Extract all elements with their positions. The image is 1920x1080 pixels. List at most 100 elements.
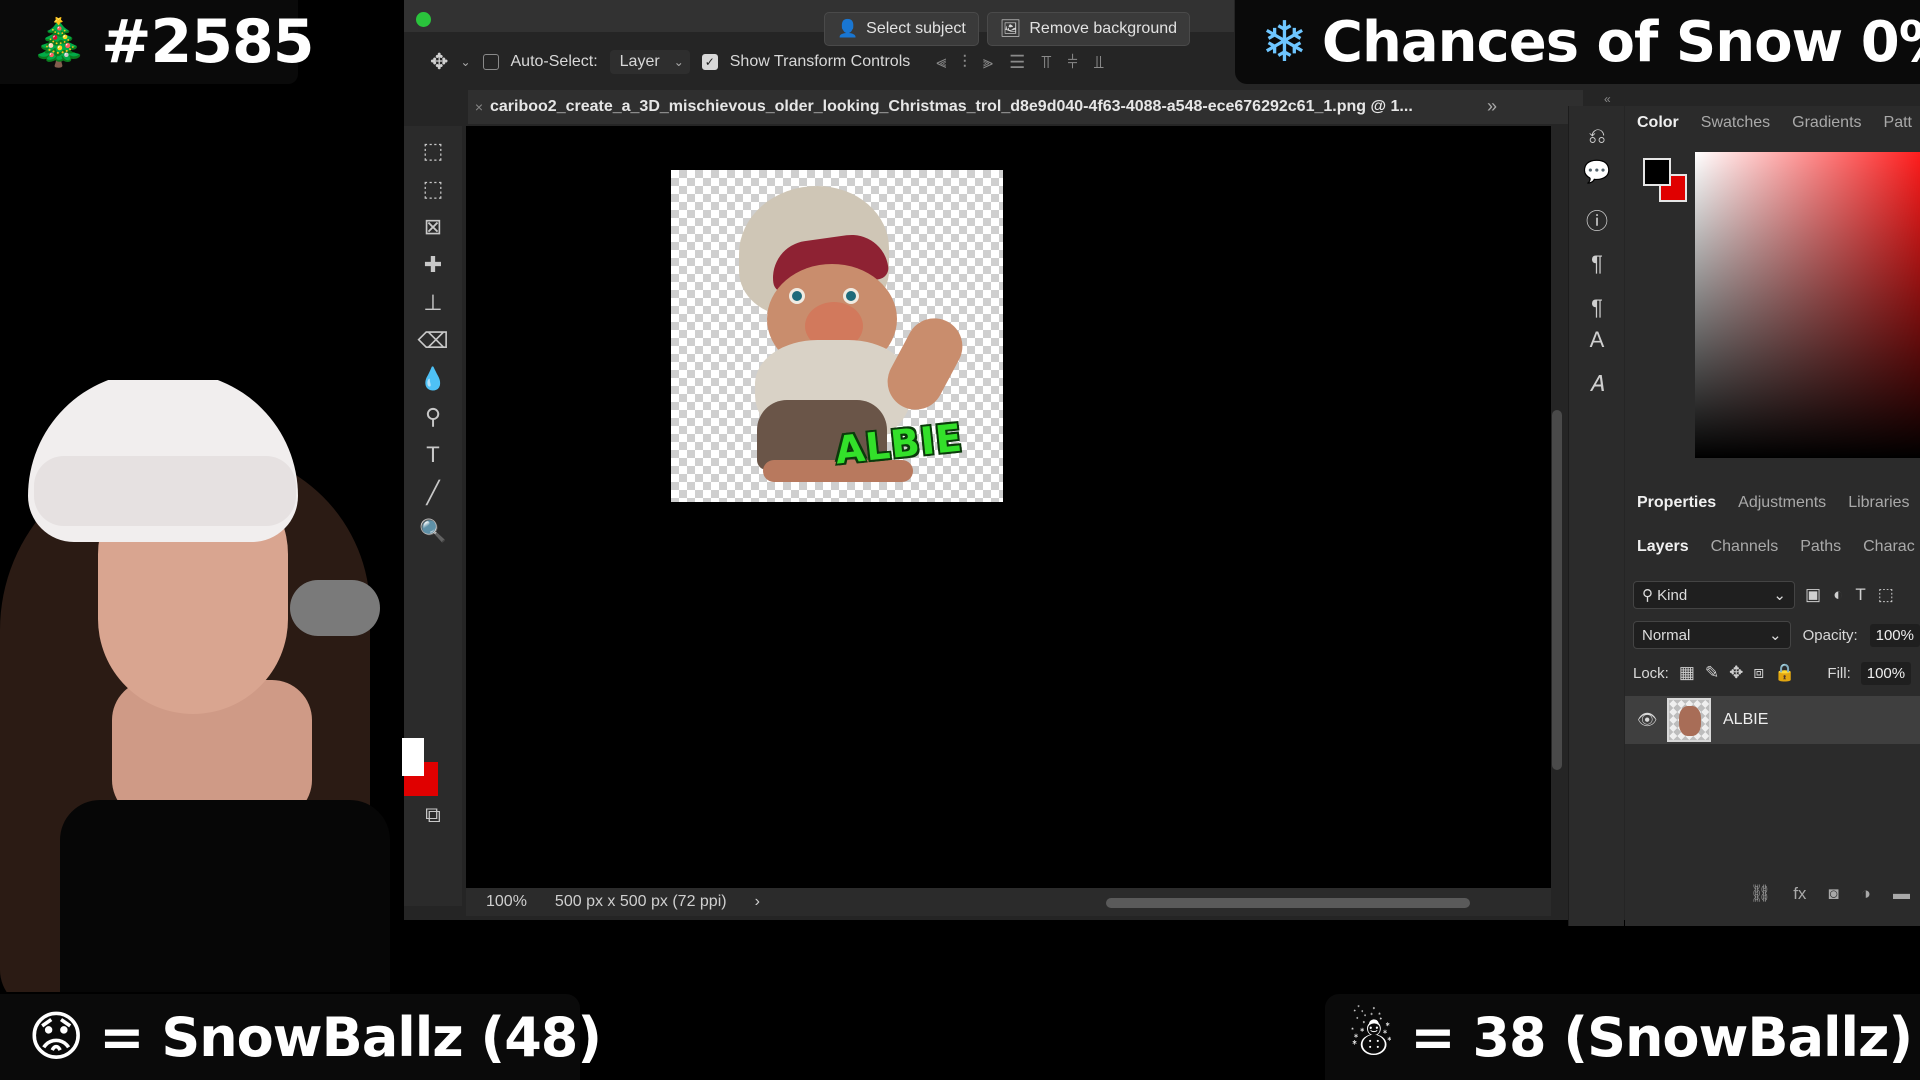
color-panel-foreground-swatch[interactable] <box>1643 158 1671 186</box>
document-tab[interactable]: × cariboo2_create_a_3D_mischievous_older… <box>468 90 1583 124</box>
lock-transparent-icon[interactable]: ▦ <box>1679 663 1695 683</box>
lock-artboard-icon[interactable]: ⧈ <box>1753 663 1764 683</box>
tab-layers[interactable]: Layers <box>1637 538 1689 556</box>
frame-tool-icon[interactable]: ⊠ <box>414 210 452 244</box>
screen-mode-icon[interactable]: ⧉ <box>414 798 452 832</box>
layer-kind-filter[interactable]: ⚲ Kind ⌄ <box>1633 581 1795 609</box>
eye-icon[interactable]: 👁 <box>1637 710 1657 730</box>
fill-field[interactable]: 100% <box>1860 661 1912 685</box>
type-tool-icon[interactable]: T <box>414 438 452 472</box>
history-icon[interactable]: ⎌ <box>1579 120 1615 152</box>
layers-panel-tabs: Layers Channels Paths Charac <box>1625 530 1920 564</box>
comments-icon[interactable]: 💬 <box>1579 156 1615 188</box>
layer-filter-row: ⚲ Kind ⌄ ▣ ◐ T ⬚ <box>1633 580 1920 610</box>
auto-select-checkbox[interactable] <box>482 54 499 70</box>
paragraph-icon[interactable]: ¶ <box>1579 248 1615 280</box>
horizontal-scrollbar[interactable] <box>1106 898 1470 908</box>
chevron-down-icon[interactable]: ⌄ <box>460 55 470 69</box>
foreground-color-swatch[interactable] <box>402 738 424 776</box>
align-center-icon[interactable]: ⫶ <box>962 52 969 73</box>
chevron-down-icon: ⌄ <box>1773 587 1786 604</box>
tab-adjustments[interactable]: Adjustments <box>1738 494 1826 512</box>
chevron-right-icon[interactable]: › <box>755 893 760 911</box>
tab-gradients[interactable]: Gradients <box>1792 114 1861 132</box>
snow-chance-text: Chances of Snow 0% <box>1321 9 1920 75</box>
tab-color[interactable]: Color <box>1637 114 1679 132</box>
distribute-icon[interactable]: ☰ <box>1009 52 1027 73</box>
tab-swatches[interactable]: Swatches <box>1701 114 1770 132</box>
status-bar: 100% 500 px x 500 px (72 ppi) › <box>466 888 1551 916</box>
select-subject-label: Select subject <box>866 20 966 37</box>
mask-icon[interactable]: ◙ <box>1828 884 1838 904</box>
filter-shape-icon[interactable]: ⬚ <box>1878 585 1894 605</box>
contextual-task-bar: 👤 Select subject 🖼 Remove background <box>824 12 1191 46</box>
healing-brush-icon[interactable]: ✚ <box>414 248 452 282</box>
lock-position-icon[interactable]: ✥ <box>1729 663 1743 683</box>
lock-label: Lock: <box>1633 664 1669 682</box>
tab-properties[interactable]: Properties <box>1637 494 1716 512</box>
stream-number: #2585 <box>101 7 314 77</box>
dodge-tool-icon[interactable]: ⚲ <box>414 400 452 434</box>
line-tool-icon[interactable]: ╱ <box>414 476 452 510</box>
lock-all-icon[interactable]: 🔒 <box>1774 663 1795 683</box>
blend-mode-dropdown[interactable]: Normal ⌄ <box>1633 621 1791 649</box>
snowballz-right-text: = 38 (SnowBallz) <box>1410 1005 1913 1069</box>
show-transform-checkbox[interactable]: ✓ <box>701 54 718 70</box>
filter-type-icon[interactable]: T <box>1855 585 1865 605</box>
document-canvas[interactable]: ALBIE <box>671 170 1003 502</box>
opacity-label: Opacity: <box>1802 626 1858 644</box>
tab-paths[interactable]: Paths <box>1800 538 1841 556</box>
info-icon[interactable]: ⓘ <box>1579 204 1615 236</box>
align-right-icon[interactable]: ⫸ <box>983 52 995 73</box>
link-icon[interactable]: ⛓ <box>1750 884 1772 904</box>
glyphs-icon[interactable]: 𝐴 <box>1579 368 1615 400</box>
eraser-tool-icon[interactable]: ⌫ <box>414 324 452 358</box>
chevron-down-icon: ⌄ <box>673 55 684 69</box>
folder-icon[interactable]: ▬ <box>1893 884 1910 904</box>
double-chevron-right-icon[interactable]: » <box>1487 96 1497 117</box>
show-transform-label: Show Transform Controls <box>729 53 911 70</box>
zoom-tool-icon[interactable]: 🔍 <box>414 514 452 548</box>
tab-patterns[interactable]: Patt <box>1884 114 1912 132</box>
align-left-icon[interactable]: ⫷ <box>936 52 948 73</box>
color-picker-field[interactable] <box>1695 152 1920 458</box>
filter-adjustment-icon[interactable]: ◐ <box>1833 585 1843 605</box>
filter-pixel-icon[interactable]: ▣ <box>1805 585 1821 605</box>
close-icon[interactable]: × <box>468 99 490 115</box>
opacity-field[interactable]: 100% <box>1869 623 1920 647</box>
auto-select-target-dropdown[interactable]: Layer ⌄ <box>609 50 690 74</box>
auto-select-target-value: Layer <box>619 53 660 70</box>
layer-row[interactable]: 👁 ALBIE <box>1625 696 1920 744</box>
clone-stamp-icon[interactable]: ⊥ <box>414 286 452 320</box>
blend-row: Normal ⌄ Opacity: 100% <box>1633 620 1920 650</box>
blur-tool-icon[interactable]: 💧 <box>414 362 452 396</box>
fx-icon[interactable]: fx <box>1793 884 1806 904</box>
tab-character[interactable]: Charac <box>1863 538 1915 556</box>
align-bottom-icon[interactable]: ⫫ <box>1094 52 1106 73</box>
character-styles-icon[interactable]: A <box>1579 324 1615 356</box>
remove-background-button[interactable]: 🖼 Remove background <box>986 12 1191 46</box>
adjustment-layer-icon[interactable]: ◑ <box>1861 884 1871 904</box>
fill-label: Fill: <box>1827 664 1851 682</box>
layers-footer: ⛓ fx ◙ ◑ ▬ <box>1625 878 1920 910</box>
right-panels: Color Swatches Gradients Patt Properties… <box>1625 106 1920 926</box>
select-subject-button[interactable]: 👤 Select subject <box>824 12 979 46</box>
lock-pixels-icon[interactable]: ✎ <box>1705 663 1719 683</box>
streamer-top <box>60 800 390 992</box>
move-tool-icon[interactable]: ✥ <box>430 49 448 75</box>
canvas-area[interactable]: ALBIE <box>466 126 1551 888</box>
collapse-panels-icon[interactable]: « <box>1604 92 1611 106</box>
properties-panel-tabs: Properties Adjustments Libraries <box>1625 486 1920 520</box>
object-selection-tool-icon[interactable]: ⬚ <box>414 172 452 206</box>
tab-libraries[interactable]: Libraries <box>1848 494 1909 512</box>
marquee-tool-icon[interactable]: ⬚ <box>414 134 452 168</box>
window-zoom-button[interactable] <box>416 12 431 27</box>
layer-thumbnail <box>1667 698 1711 742</box>
vertical-scrollbar[interactable] <box>1552 410 1562 770</box>
align-top-icon[interactable]: ⫪ <box>1041 52 1053 73</box>
tab-channels[interactable]: Channels <box>1711 538 1779 556</box>
zoom-level[interactable]: 100% <box>486 893 527 911</box>
align-middle-icon[interactable]: ⫩ <box>1067 52 1079 73</box>
paragraph-styles-icon[interactable]: ¶ <box>1579 292 1615 324</box>
photoshop-window: 👤 Select subject 🖼 Remove background ✥ ⌄… <box>402 0 1920 926</box>
